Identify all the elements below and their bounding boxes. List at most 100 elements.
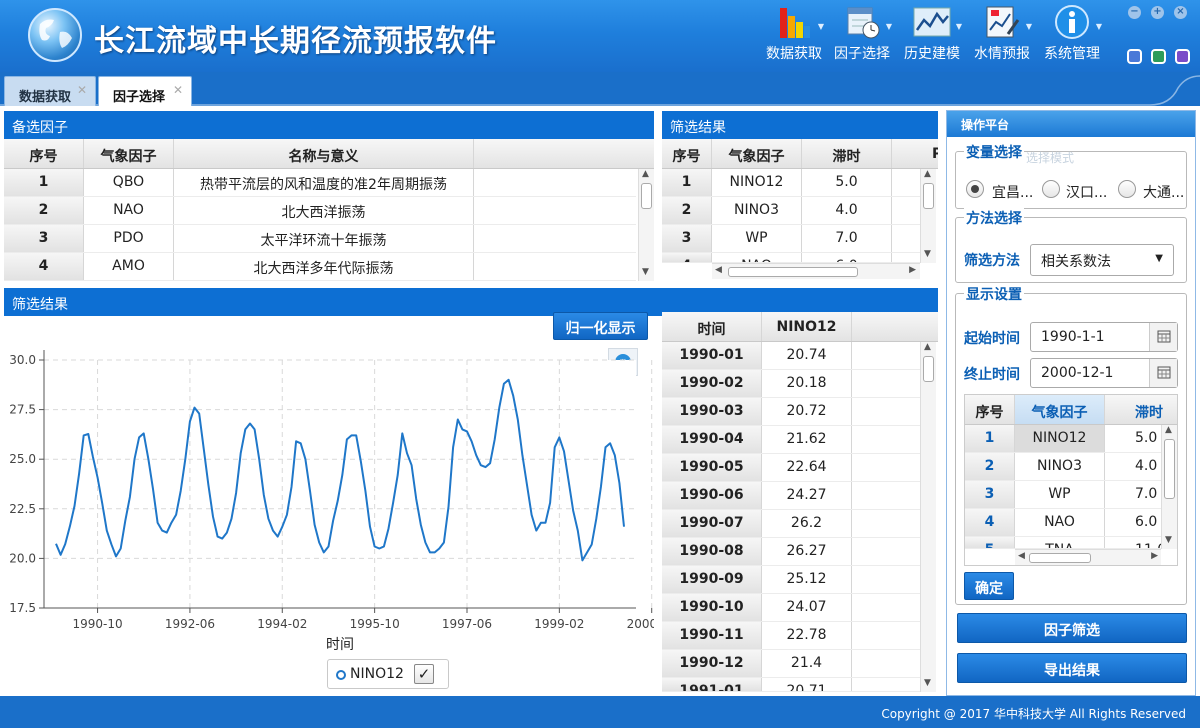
table-row[interactable]: 1990-03 20.72 [662, 398, 920, 426]
table-row[interactable]: 3 WP 7.0 [965, 481, 1161, 509]
legend-label: NINO12 [350, 666, 404, 682]
table-row[interactable]: 1990-02 20.18 [662, 370, 920, 398]
skin-green-button[interactable] [1151, 49, 1166, 64]
calendar-icon[interactable] [1149, 323, 1177, 351]
scroll-right-icon[interactable]: ▶ [909, 265, 916, 275]
row-factor: AMO [84, 253, 174, 280]
scroll-up-icon[interactable]: ▲ [924, 342, 931, 352]
table-row[interactable]: 1990-07 26.2 [662, 510, 920, 538]
scroll-down-icon[interactable]: ▼ [924, 678, 931, 688]
scroll-left-icon[interactable]: ◀ [1018, 551, 1025, 561]
screen-vertical-scrollbar[interactable]: ▲ ▼ [920, 169, 936, 263]
table-row[interactable]: 1991-01 20.71 [662, 678, 920, 692]
scroll-down-icon[interactable]: ▼ [924, 249, 931, 259]
x-tick-label: 1990-10 [72, 617, 122, 631]
station-radio-yichang[interactable] [966, 180, 984, 198]
station-radio-datong[interactable] [1118, 180, 1136, 198]
method-value: 相关系数法 [1041, 254, 1111, 270]
table-row[interactable]: 1990-09 25.12 [662, 566, 920, 594]
method-dropdown[interactable]: 相关系数法 ▼ [1030, 244, 1174, 276]
row-lag: 7.0 [802, 225, 892, 252]
table-row[interactable]: 1990-06 24.27 [662, 482, 920, 510]
scroll-thumb[interactable] [641, 183, 652, 209]
scroll-up-icon[interactable]: ▲ [1165, 425, 1172, 435]
row-lag: 6.0 [802, 253, 892, 262]
table-row[interactable]: 1 NINO12 5.0 [662, 169, 920, 197]
table-row[interactable]: 2 NINO3 4.0 [662, 197, 920, 225]
table-row[interactable]: 4 AMO 北大西洋多年代际振荡 [4, 253, 636, 281]
scroll-down-icon[interactable]: ▼ [642, 267, 649, 277]
row-time: 1990-03 [662, 398, 762, 425]
close-icon[interactable]: ✕ [173, 83, 183, 97]
candidate-panel-title: 备选因子 [4, 111, 654, 139]
factor-screen-button[interactable]: 因子筛选 [957, 613, 1187, 643]
scroll-right-icon[interactable]: ▶ [1151, 551, 1158, 561]
scroll-thumb[interactable] [923, 356, 934, 382]
close-icon[interactable]: ✕ [77, 83, 87, 97]
table-row[interactable]: 1990-08 26.27 [662, 538, 920, 566]
row-index: 1 [965, 425, 1015, 452]
minimize-button[interactable]: − [1128, 6, 1141, 19]
table-row[interactable]: 1990-10 24.07 [662, 594, 920, 622]
nav-history-model[interactable]: ▼ 历史建模 [898, 4, 966, 66]
table-row[interactable]: 1 NINO12 5.0 [965, 425, 1161, 453]
nav-water-forecast[interactable]: ▼ 水情预报 [968, 4, 1036, 66]
table-row[interactable]: 2 NINO3 4.0 [965, 453, 1161, 481]
export-result-button[interactable]: 导出结果 [957, 653, 1187, 683]
row-factor: TNA [1015, 537, 1105, 548]
skin-blue-button[interactable] [1127, 49, 1142, 64]
legend-marker-icon [336, 670, 346, 680]
candidate-vertical-scrollbar[interactable]: ▲ ▼ [638, 169, 654, 281]
scroll-up-icon[interactable]: ▲ [642, 169, 649, 179]
table-row[interactable]: 3 WP 7.0 [662, 225, 920, 253]
nav-factor-select[interactable]: ▼ 因子选择 [828, 4, 896, 66]
calendar-icon[interactable] [1149, 359, 1177, 387]
col-nino12: NINO12 [762, 312, 852, 341]
table-row[interactable]: 1990-04 21.62 [662, 426, 920, 454]
globe-logo-icon [28, 8, 82, 62]
selected-vertical-scrollbar[interactable]: ▲ ▼ [1161, 425, 1177, 549]
chevron-down-icon: ▼ [1155, 253, 1163, 264]
scroll-down-icon[interactable]: ▼ [1165, 535, 1172, 545]
table-row[interactable]: 2 NAO 北大西洋振荡 [4, 197, 636, 225]
table-row[interactable]: 1990-05 22.64 [662, 454, 920, 482]
table-row[interactable]: 4 NAO 6.0 [965, 509, 1161, 537]
table-row[interactable]: 4 NAO 6.0 [662, 253, 920, 263]
row-value: 21.62 [762, 426, 852, 453]
selected-horizontal-scrollbar[interactable]: ◀ ▶ [1015, 549, 1161, 565]
scroll-left-icon[interactable]: ◀ [715, 265, 722, 275]
station-label: 大通... [1143, 185, 1185, 201]
screen-horizontal-scrollbar[interactable]: ◀ ▶ [712, 263, 920, 279]
scroll-thumb[interactable] [1029, 553, 1091, 563]
row-description: 热带平流层的风和温度的准2年周期振荡 [174, 169, 474, 196]
data-vertical-scrollbar[interactable]: ▲ ▼ [920, 342, 936, 692]
scroll-thumb[interactable] [1164, 439, 1175, 499]
tab-data-fetch[interactable]: 数据获取 ✕ [4, 76, 96, 106]
table-row[interactable]: 1990-12 21.4 [662, 650, 920, 678]
close-button[interactable]: × [1174, 6, 1187, 19]
row-index: 4 [662, 253, 712, 262]
table-row[interactable]: 1 QBO 热带平流层的风和温度的准2年周期振荡 [4, 169, 636, 197]
maximize-button[interactable]: + [1151, 6, 1164, 19]
table-row[interactable]: 1990-11 22.78 [662, 622, 920, 650]
nav-data-fetch[interactable]: ▼ 数据获取 [760, 4, 828, 66]
skin-purple-button[interactable] [1175, 49, 1190, 64]
end-date-picker[interactable]: 2000-12-1 [1030, 358, 1178, 388]
row-index: 2 [965, 453, 1015, 480]
station-radio-hankou[interactable] [1042, 180, 1060, 198]
scroll-thumb[interactable] [923, 183, 934, 209]
table-row[interactable]: 3 PDO 太平洋环流十年振荡 [4, 225, 636, 253]
start-date-picker[interactable]: 1990-1-1 [1030, 322, 1178, 352]
tab-factor-select[interactable]: 因子选择 ✕ [98, 76, 192, 107]
scroll-up-icon[interactable]: ▲ [924, 169, 931, 179]
table-row[interactable]: 5TNA11.0 [965, 537, 1161, 549]
confirm-button[interactable]: 确定 [964, 572, 1014, 600]
nav-system-admin[interactable]: ▼ 系统管理 [1038, 4, 1106, 66]
chart-legend[interactable]: NINO12 ✓ [327, 659, 449, 689]
col-lag: 滞时 [802, 139, 892, 168]
legend-checkbox[interactable]: ✓ [414, 664, 434, 684]
scroll-thumb[interactable] [728, 267, 858, 277]
table-row[interactable]: 1990-01 20.74 [662, 342, 920, 370]
row-time: 1990-10 [662, 594, 762, 621]
row-factor: NINO3 [712, 197, 802, 224]
